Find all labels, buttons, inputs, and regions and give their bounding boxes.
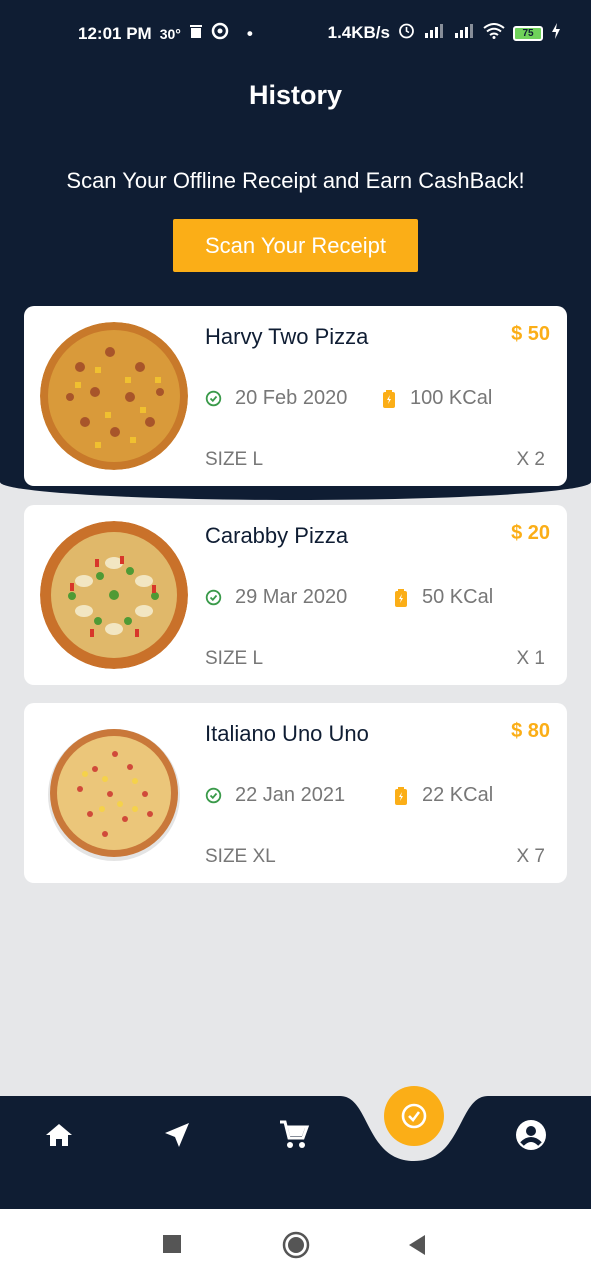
sync-icon	[211, 22, 229, 45]
battery-icon: 75	[513, 25, 543, 41]
signal-icon	[423, 23, 445, 43]
status-network-speed: 1.4KB/s	[327, 23, 390, 42]
bottom-nav-bar	[0, 1096, 591, 1209]
order-card[interactable]: Carabby Pizza $ 20 29 Mar 2020 50 KCal S…	[24, 505, 567, 685]
trash-icon	[189, 23, 203, 44]
order-date-text: 29 Mar 2020	[235, 586, 348, 608]
order-date: 22 Jan 2021	[205, 784, 345, 807]
pizza-image	[40, 322, 188, 470]
order-calories: 100 KCal	[382, 387, 492, 410]
app-header: History	[0, 56, 591, 140]
home-button[interactable]	[282, 1231, 310, 1259]
item-size: SIZE XL	[205, 846, 276, 867]
back-button[interactable]	[407, 1235, 427, 1255]
promo-text: Scan Your Offline Receipt and Earn CashB…	[66, 168, 525, 193]
order-calories: 50 KCal	[394, 586, 493, 609]
charging-icon	[551, 22, 561, 44]
pizza-image	[40, 521, 188, 669]
recent-apps-button[interactable]	[163, 1235, 183, 1255]
item-price: $ 50	[511, 323, 550, 345]
item-price: $ 80	[511, 720, 550, 742]
system-nav-bar	[0, 1209, 591, 1280]
home-icon[interactable]	[42, 1118, 76, 1152]
status-bar: 12:01 PM 30° • 1.4KB/s 75	[0, 0, 591, 56]
order-date-text: 20 Feb 2020	[235, 387, 348, 409]
order-date-text: 22 Jan 2021	[235, 784, 346, 806]
alarm-icon	[398, 22, 415, 44]
pizza-image	[48, 729, 180, 861]
clock-icon	[205, 589, 222, 606]
cart-icon[interactable]	[277, 1118, 311, 1152]
timer-icon	[401, 1103, 427, 1129]
item-price: $ 20	[511, 522, 550, 544]
page-title: History	[248, 80, 343, 110]
status-time: 12:01 PM	[78, 23, 152, 43]
order-card[interactable]: Italiano Uno Uno $ 80 22 Jan 2021 22 KCa…	[24, 703, 567, 883]
clock-icon	[205, 787, 222, 804]
item-quantity: X 2	[516, 449, 545, 470]
scan-receipt-button[interactable]: Scan Your Receipt	[173, 219, 418, 272]
order-calories-text: 100 KCal	[410, 387, 493, 409]
battery-icon	[395, 786, 407, 805]
account-icon[interactable]	[514, 1118, 548, 1152]
item-name: Harvy Two Pizza	[205, 324, 369, 349]
item-size: SIZE L	[205, 648, 264, 669]
status-left: 12:01 PM 30° •	[78, 22, 253, 45]
order-date: 29 Mar 2020	[205, 586, 347, 609]
item-name: Italiano Uno Uno	[205, 721, 369, 746]
order-calories-text: 22 KCal	[422, 784, 494, 806]
status-right: 1.4KB/s 75	[328, 22, 561, 44]
order-date: 20 Feb 2020	[205, 387, 347, 410]
item-quantity: X 7	[516, 846, 545, 867]
battery-icon	[395, 588, 407, 607]
dot-icon: •	[246, 23, 253, 43]
clock-icon	[205, 390, 222, 407]
signal-2-icon	[453, 23, 475, 43]
order-calories: 22 KCal	[394, 784, 493, 807]
order-card[interactable]: Harvy Two Pizza $ 50 20 Feb 2020 100 KCa…	[24, 306, 567, 486]
item-quantity: X 1	[516, 648, 545, 669]
wifi-icon	[483, 22, 505, 44]
battery-icon	[383, 389, 395, 408]
item-size: SIZE L	[205, 449, 264, 470]
history-tab-button[interactable]	[384, 1086, 444, 1146]
navigation-icon[interactable]	[160, 1118, 194, 1152]
item-name: Carabby Pizza	[205, 523, 349, 548]
status-temp: 30°	[159, 25, 181, 42]
order-calories-text: 50 KCal	[422, 586, 494, 608]
